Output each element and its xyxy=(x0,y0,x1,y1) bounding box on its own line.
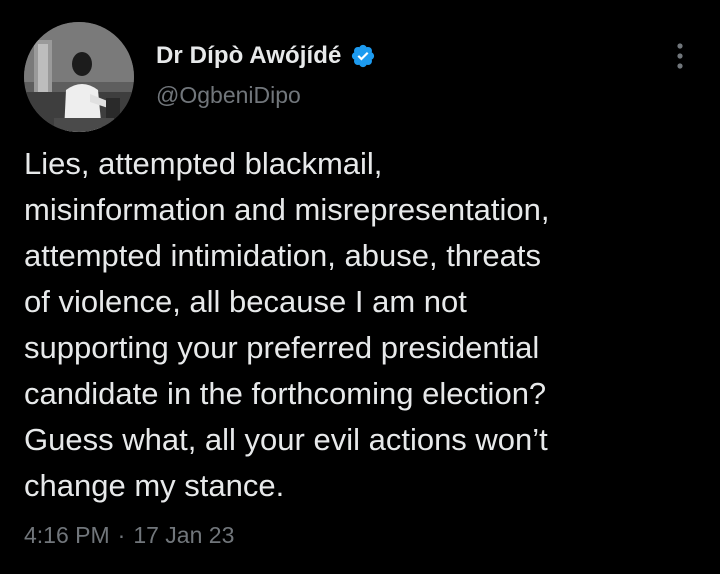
verified-badge-icon xyxy=(350,43,376,69)
tweet-meta: 4:16 PM · 17 Jan 23 xyxy=(24,522,234,549)
display-name[interactable]: Dr Dípò Awójídé xyxy=(156,42,342,70)
tweet-text: Lies, attempted blackmail, misinformatio… xyxy=(24,146,550,503)
avatar-photo xyxy=(24,22,134,132)
tweet-card: Dr Dípò Awójídé @OgbeniDipo Lies, attemp… xyxy=(0,0,720,574)
more-options-button[interactable] xyxy=(664,38,696,74)
avatar[interactable] xyxy=(24,22,134,132)
tweet-date[interactable]: 17 Jan 23 xyxy=(133,522,234,549)
user-handle[interactable]: @OgbeniDipo xyxy=(156,82,376,109)
more-options-icon xyxy=(677,43,683,69)
meta-separator: · xyxy=(117,522,126,548)
name-row: Dr Dípò Awójídé xyxy=(156,40,376,72)
author-header: Dr Dípò Awójídé @OgbeniDipo xyxy=(156,40,376,109)
tweet-time[interactable]: 4:16 PM xyxy=(24,522,110,549)
